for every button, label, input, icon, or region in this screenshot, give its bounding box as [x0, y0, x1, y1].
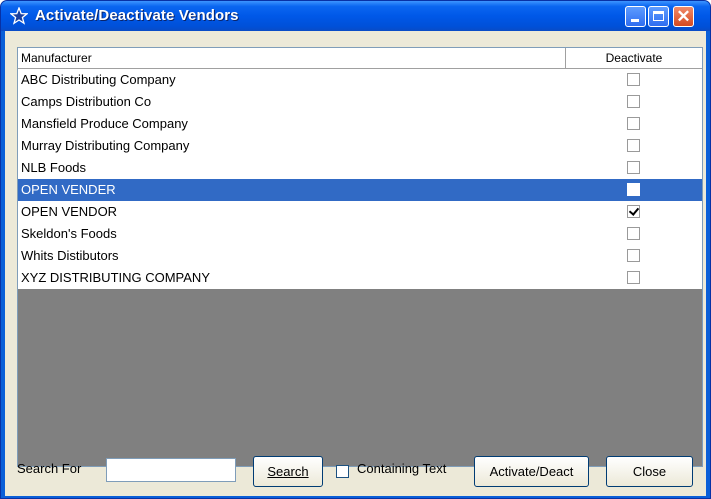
table-row[interactable]: Mansfield Produce Company: [18, 113, 702, 135]
maximize-button[interactable]: [648, 6, 669, 27]
grid-rows: ABC Distributing Company Camps Distributi…: [18, 69, 702, 289]
minimize-button[interactable]: [625, 6, 646, 27]
table-row[interactable]: Camps Distribution Co: [18, 91, 702, 113]
table-row[interactable]: ABC Distributing Company: [18, 69, 702, 91]
deactivate-checkbox[interactable]: [627, 117, 640, 130]
minimize-icon: [631, 19, 639, 22]
table-row[interactable]: Murray Distributing Company: [18, 135, 702, 157]
deactivate-checkbox[interactable]: [627, 95, 640, 108]
title-bar[interactable]: Activate/Deactivate Vendors ✕: [1, 1, 710, 31]
column-header-deactivate[interactable]: Deactivate: [566, 48, 702, 68]
deactivate-checkbox[interactable]: [627, 227, 640, 240]
table-row[interactable]: Whits Distibutors: [18, 245, 702, 267]
close-window-button[interactable]: ✕: [673, 6, 694, 27]
manufacturer-cell: Whits Distibutors: [21, 248, 119, 263]
search-button[interactable]: Search: [253, 456, 323, 487]
deactivate-checkbox[interactable]: [627, 161, 640, 174]
search-button-label: Search: [267, 464, 309, 479]
table-row[interactable]: OPEN VENDER: [18, 179, 702, 201]
deactivate-checkbox[interactable]: [627, 249, 640, 262]
star-app-icon: [10, 7, 28, 25]
manufacturer-cell: Murray Distributing Company: [21, 138, 190, 153]
dialog-body: Manufacturer Deactivate ABC Distributing…: [5, 31, 706, 496]
containing-text-label[interactable]: Containing Text: [357, 461, 446, 476]
table-row[interactable]: Skeldon's Foods: [18, 223, 702, 245]
deactivate-checkbox[interactable]: [627, 205, 640, 218]
manufacturer-cell: ABC Distributing Company: [21, 72, 176, 87]
table-row[interactable]: XYZ DISTRIBUTING COMPANY: [18, 267, 702, 289]
manufacturer-cell: OPEN VENDER: [21, 182, 116, 197]
column-header-manufacturer[interactable]: Manufacturer: [18, 48, 566, 68]
deactivate-checkbox[interactable]: [627, 73, 640, 86]
search-input[interactable]: [106, 458, 236, 482]
activate-deactivate-button[interactable]: Activate/Deact: [474, 456, 589, 487]
window-title: Activate/Deactivate Vendors: [35, 7, 239, 24]
manufacturer-cell: OPEN VENDOR: [21, 204, 118, 219]
table-row[interactable]: NLB Foods: [18, 157, 702, 179]
vendor-grid[interactable]: Manufacturer Deactivate ABC Distributing…: [17, 47, 703, 467]
containing-text-checkbox[interactable]: [336, 465, 349, 478]
maximize-icon: [653, 11, 664, 21]
manufacturer-cell: NLB Foods: [21, 160, 87, 175]
window: Activate/Deactivate Vendors ✕ Manufactur…: [0, 0, 711, 499]
table-row[interactable]: OPEN VENDOR: [18, 201, 702, 223]
close-button[interactable]: Close: [606, 456, 693, 487]
manufacturer-cell: Skeldon's Foods: [21, 226, 117, 241]
deactivate-checkbox[interactable]: [627, 139, 640, 152]
deactivate-checkbox[interactable]: [627, 271, 640, 284]
grid-header: Manufacturer Deactivate: [18, 48, 702, 69]
manufacturer-cell: XYZ DISTRIBUTING COMPANY: [21, 270, 210, 285]
deactivate-checkbox[interactable]: [627, 183, 640, 196]
close-icon: ✕: [676, 7, 691, 26]
search-for-label: Search For: [17, 461, 82, 476]
manufacturer-cell: Mansfield Produce Company: [21, 116, 188, 131]
manufacturer-cell: Camps Distribution Co: [21, 94, 152, 109]
